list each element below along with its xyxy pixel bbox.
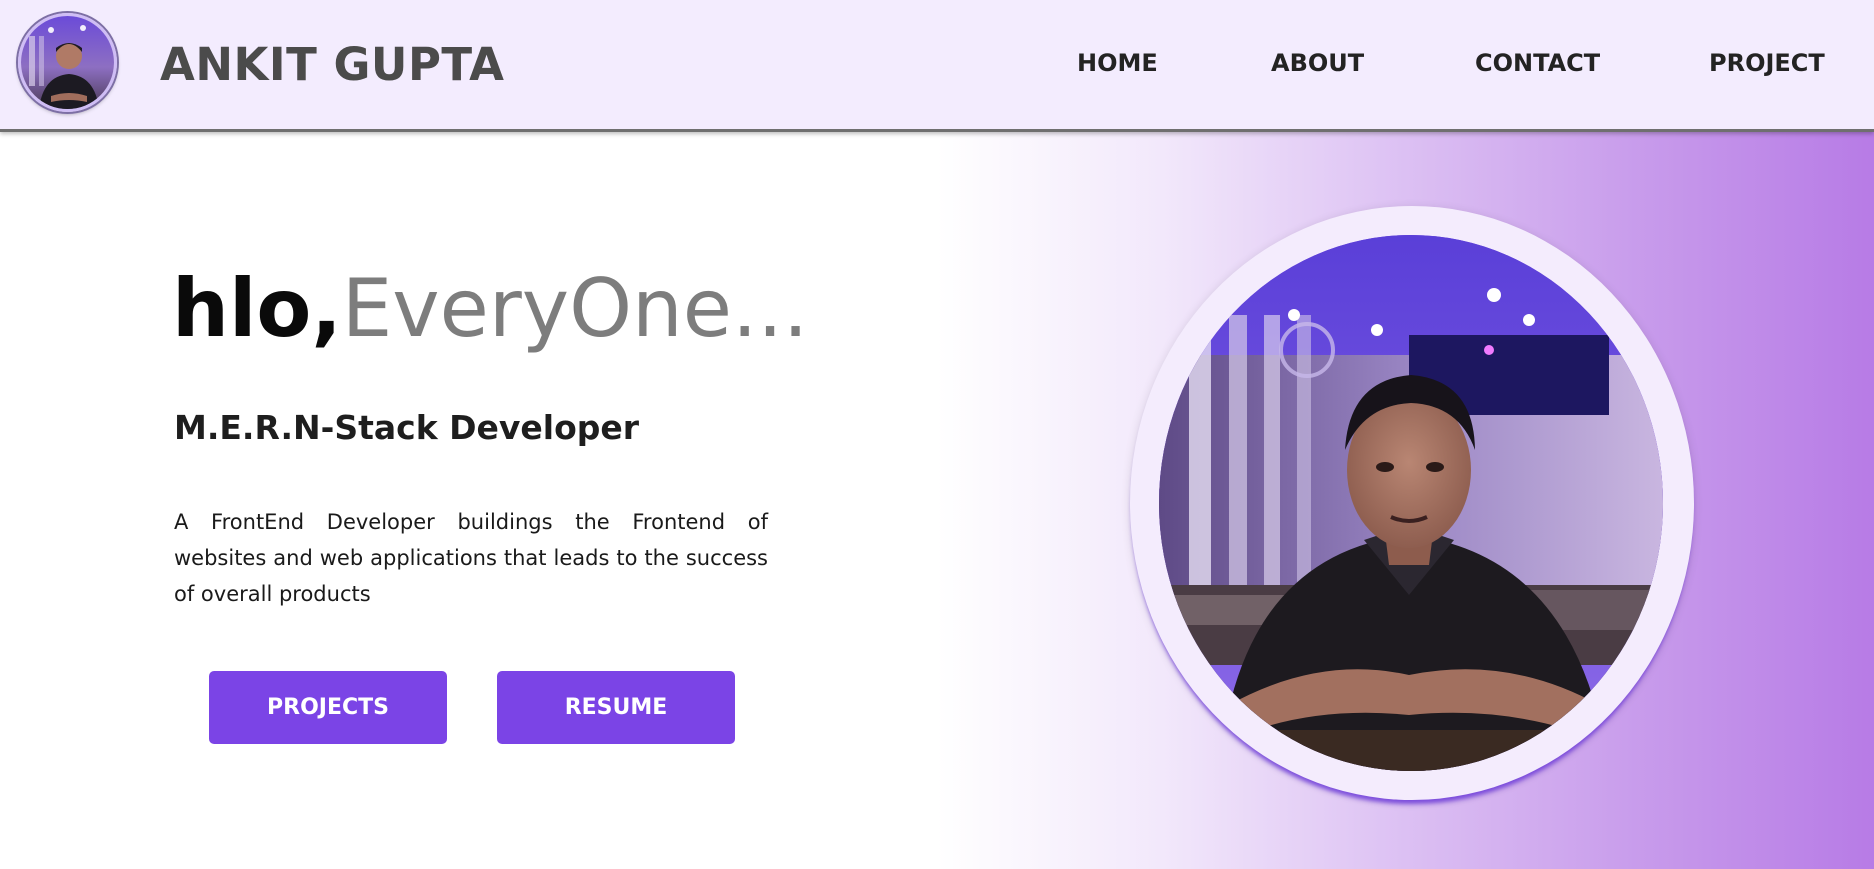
greeting-hello: hlo xyxy=(172,262,312,355)
nav-contact[interactable]: CONTACT xyxy=(1475,49,1600,77)
profile-photo xyxy=(1159,235,1663,771)
hero-greeting: hlo,EveryOne... xyxy=(172,262,808,355)
nav-about[interactable]: ABOUT xyxy=(1271,49,1364,77)
avatar[interactable] xyxy=(18,13,117,112)
hero-role: M.E.R.N-Stack Developer xyxy=(174,408,640,447)
nav-home[interactable]: HOME xyxy=(1077,49,1158,77)
resume-button[interactable]: RESUME xyxy=(497,671,735,744)
projects-button[interactable]: PROJECTS xyxy=(209,671,447,744)
avatar-photo-icon xyxy=(21,16,114,109)
site-title: ANKIT GUPTA xyxy=(160,38,505,91)
greeting-everyone: EveryOne... xyxy=(341,262,809,355)
nav-project[interactable]: PROJECT xyxy=(1709,49,1825,77)
hero-description: A FrontEnd Developer buildings the Front… xyxy=(174,510,768,606)
site-header: ANKIT GUPTA HOME ABOUT CONTACT PROJECT xyxy=(0,0,1874,132)
profile-photo-image xyxy=(1159,235,1663,771)
greeting-comma: , xyxy=(311,262,342,355)
